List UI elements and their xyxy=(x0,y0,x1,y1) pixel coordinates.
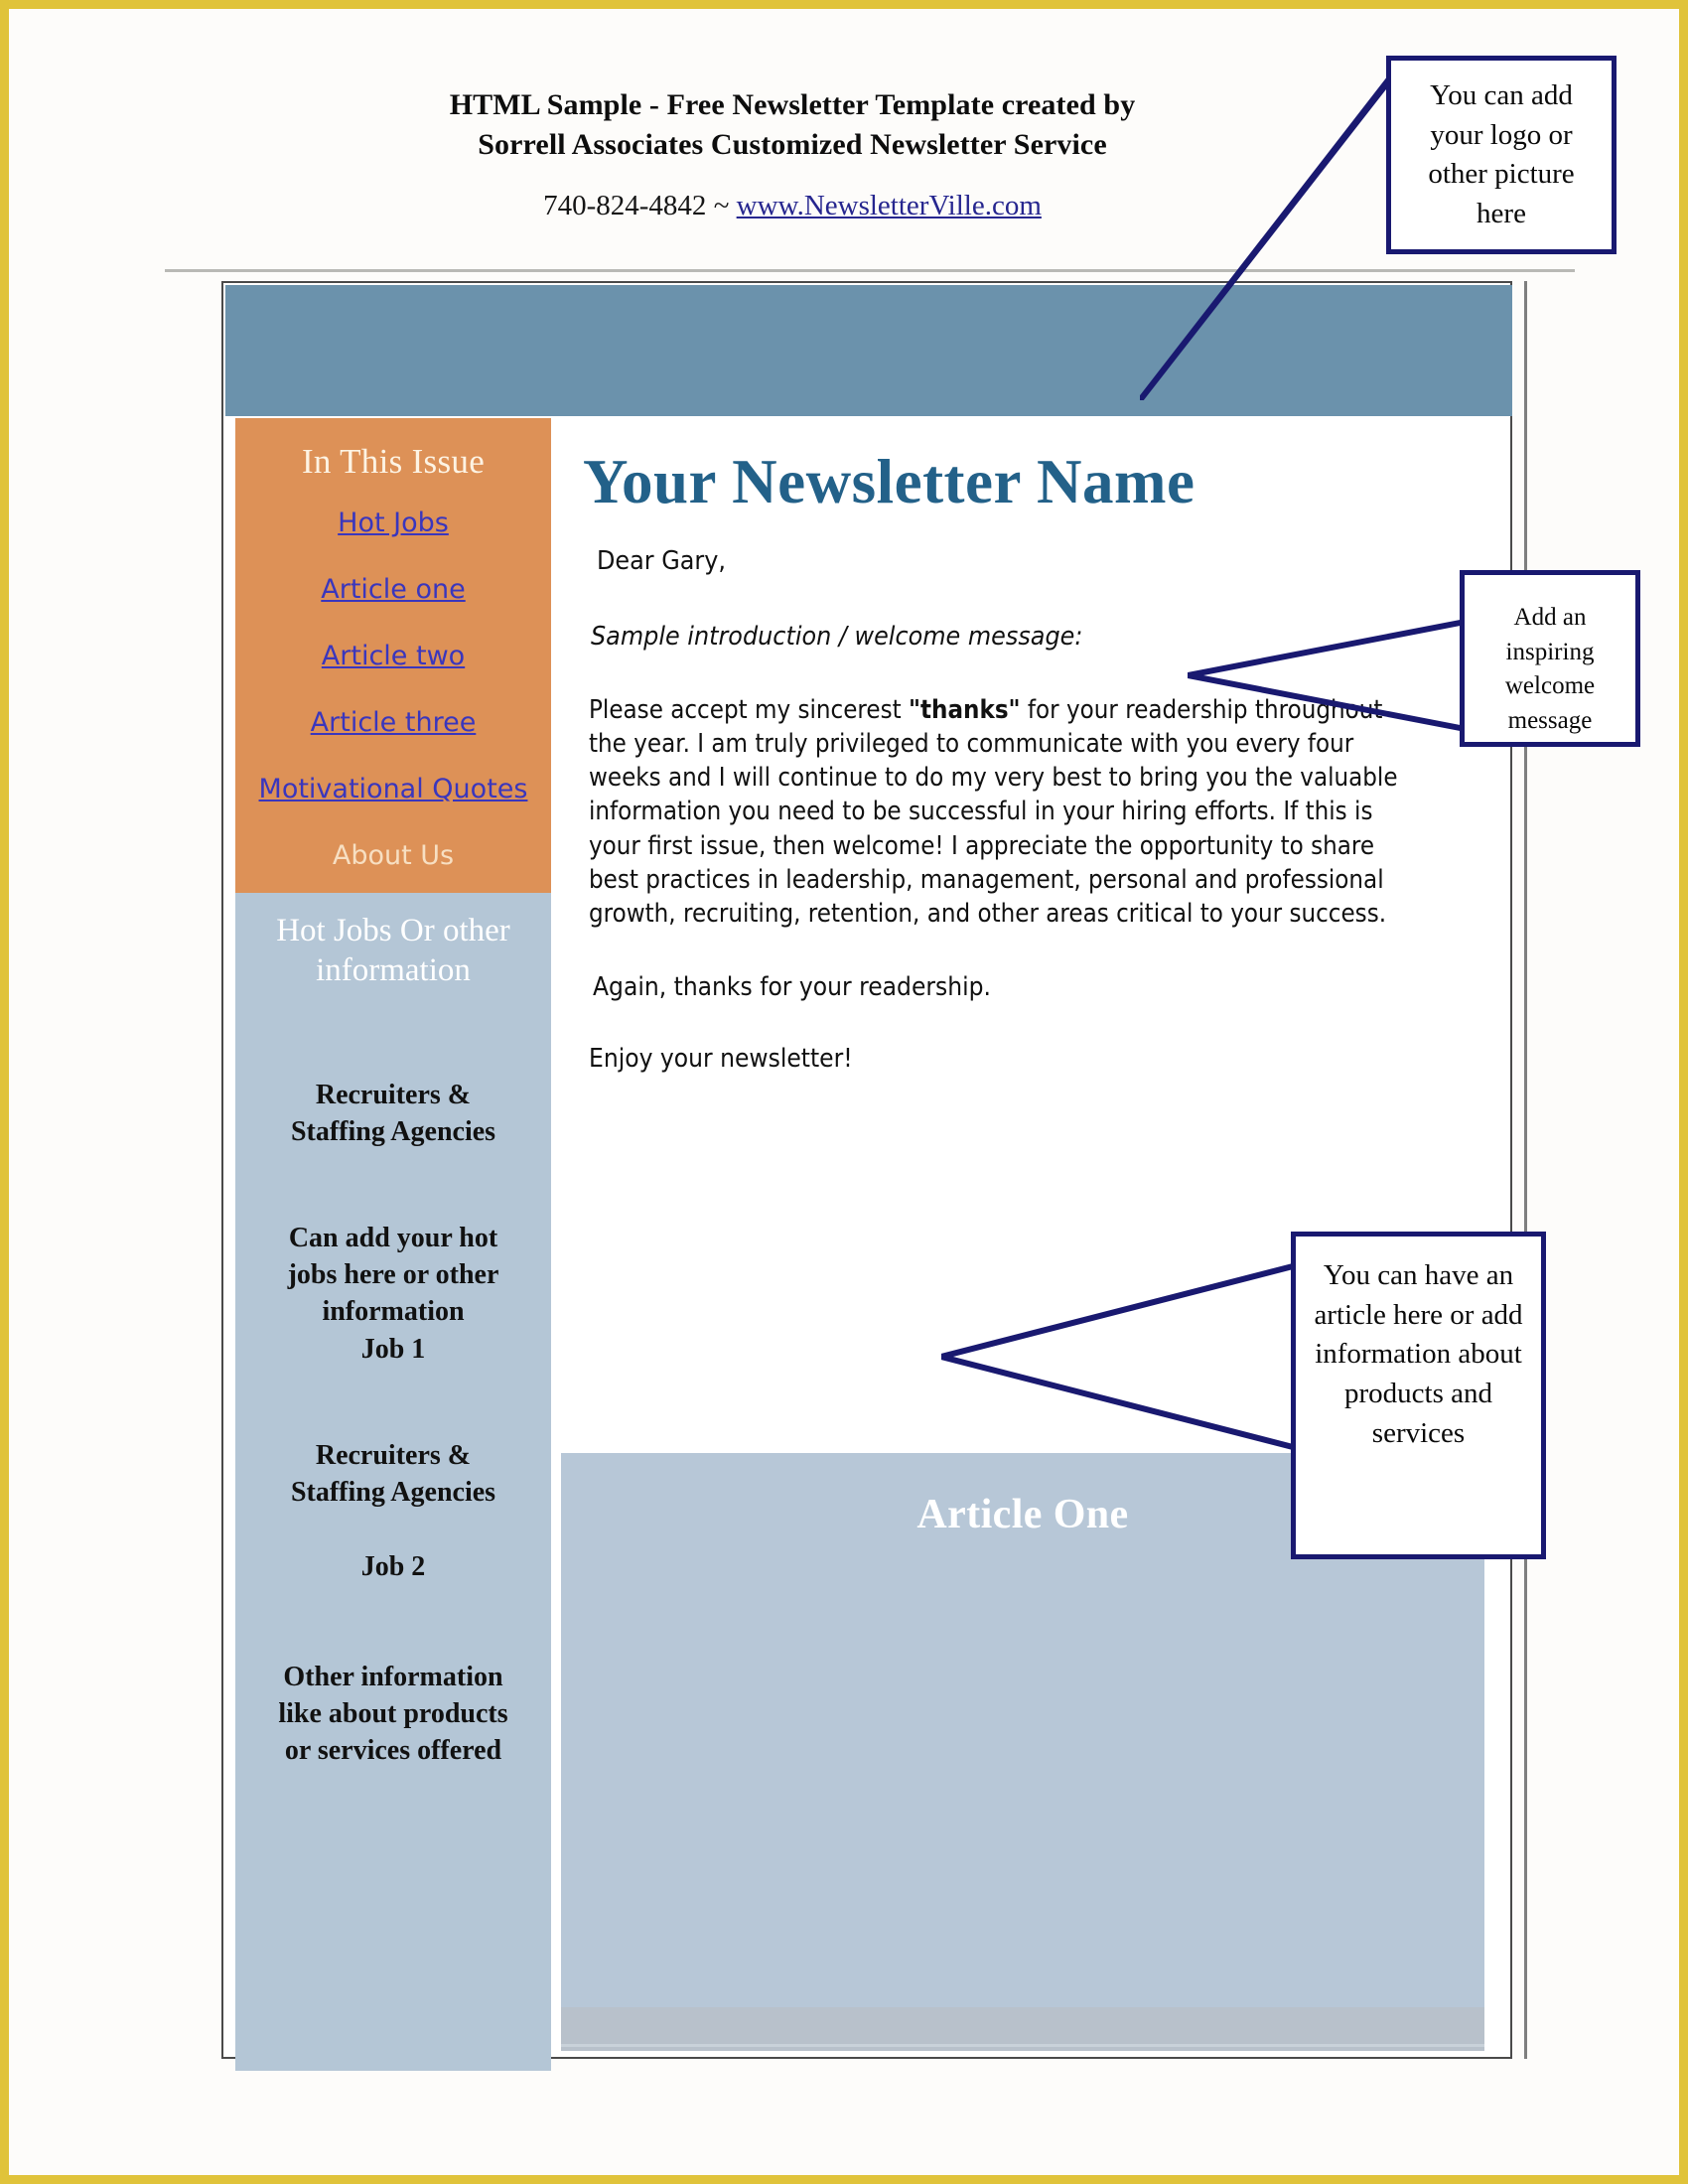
hot-jobs-block-other-information: Other information like about products or s… xyxy=(278,1661,508,1767)
article-one-footer-strip xyxy=(561,2007,1484,2051)
article-one-footer-line xyxy=(561,2044,1484,2047)
sidebar-link-article-one[interactable]: Article one xyxy=(235,574,551,605)
body-text-emphasis: "thanks" xyxy=(908,695,1021,725)
phone-number: 740-824-4842 xyxy=(543,190,707,222)
callout-add-logo-text: You can add your logo or other picture h… xyxy=(1428,79,1575,230)
content-vertical-divider xyxy=(1524,281,1527,2059)
callout-add-article[interactable]: You can have an article here or add info… xyxy=(1291,1232,1546,1559)
page-title: Your Newsletter Name xyxy=(583,447,1196,516)
sidebar: In This Issue Hot Jobs Article one Artic… xyxy=(235,418,551,2071)
website-link[interactable]: www.NewsletterVille.com xyxy=(737,190,1042,221)
hot-jobs-block-job-1: Can add your hot jobs here or other inform… xyxy=(287,1222,499,1365)
hot-jobs-block-job-2: Recruiters & Staffing Agencies Job 2 xyxy=(290,1439,496,1582)
hot-jobs-title: Hot Jobs Or other information xyxy=(276,913,510,989)
again-thanks-line: Again, thanks for your readership. xyxy=(593,972,991,1003)
newsletter-frame: In This Issue Hot Jobs Article one Artic… xyxy=(221,281,1512,2071)
callout-add-welcome-message-text: Add an inspiring welcome message xyxy=(1504,604,1596,734)
callout-add-logo[interactable]: You can add your logo or other picture h… xyxy=(1386,56,1617,254)
sidebar-link-motivational-quotes[interactable]: Motivational Quotes xyxy=(221,774,565,804)
sidebar-link-about-us[interactable]: About Us xyxy=(235,840,551,871)
sidebar-link-hot-jobs[interactable]: Hot Jobs xyxy=(235,508,551,538)
salutation: Dear Gary, xyxy=(597,546,727,576)
content-inner: Your Newsletter Name Dear Gary, Sample i… xyxy=(561,446,1502,1074)
sidebar-link-article-two[interactable]: Article two xyxy=(235,641,551,671)
callout-pointer-article xyxy=(941,1261,1299,1452)
body-text-before: Please accept my sincerest xyxy=(589,695,909,725)
callout-add-article-text: You can have an article here or add info… xyxy=(1314,1259,1523,1449)
page-inner: HTML Sample - Free Newsletter Template c… xyxy=(18,18,1670,2166)
page-frame: HTML Sample - Free Newsletter Template c… xyxy=(0,0,1688,2184)
hot-jobs-panel: Hot Jobs Or other information Recruiters… xyxy=(235,893,551,2071)
in-this-issue-panel: In This Issue Hot Jobs Article one Artic… xyxy=(235,418,551,893)
sidebar-link-article-three[interactable]: Article three xyxy=(235,707,551,738)
in-this-issue-title: In This Issue xyxy=(301,442,486,481)
contact-separator: ~ xyxy=(706,190,737,222)
callout-add-welcome-message[interactable]: Add an inspiring welcome message xyxy=(1460,570,1640,747)
hot-jobs-block-recruiters-1: Recruiters & Staffing Agencies xyxy=(290,1079,496,1147)
callout-pointer-welcome xyxy=(1188,616,1476,735)
enjoy-newsletter-line: Enjoy your newsletter! xyxy=(589,1044,853,1075)
callout-pointer-logo xyxy=(1140,73,1397,400)
